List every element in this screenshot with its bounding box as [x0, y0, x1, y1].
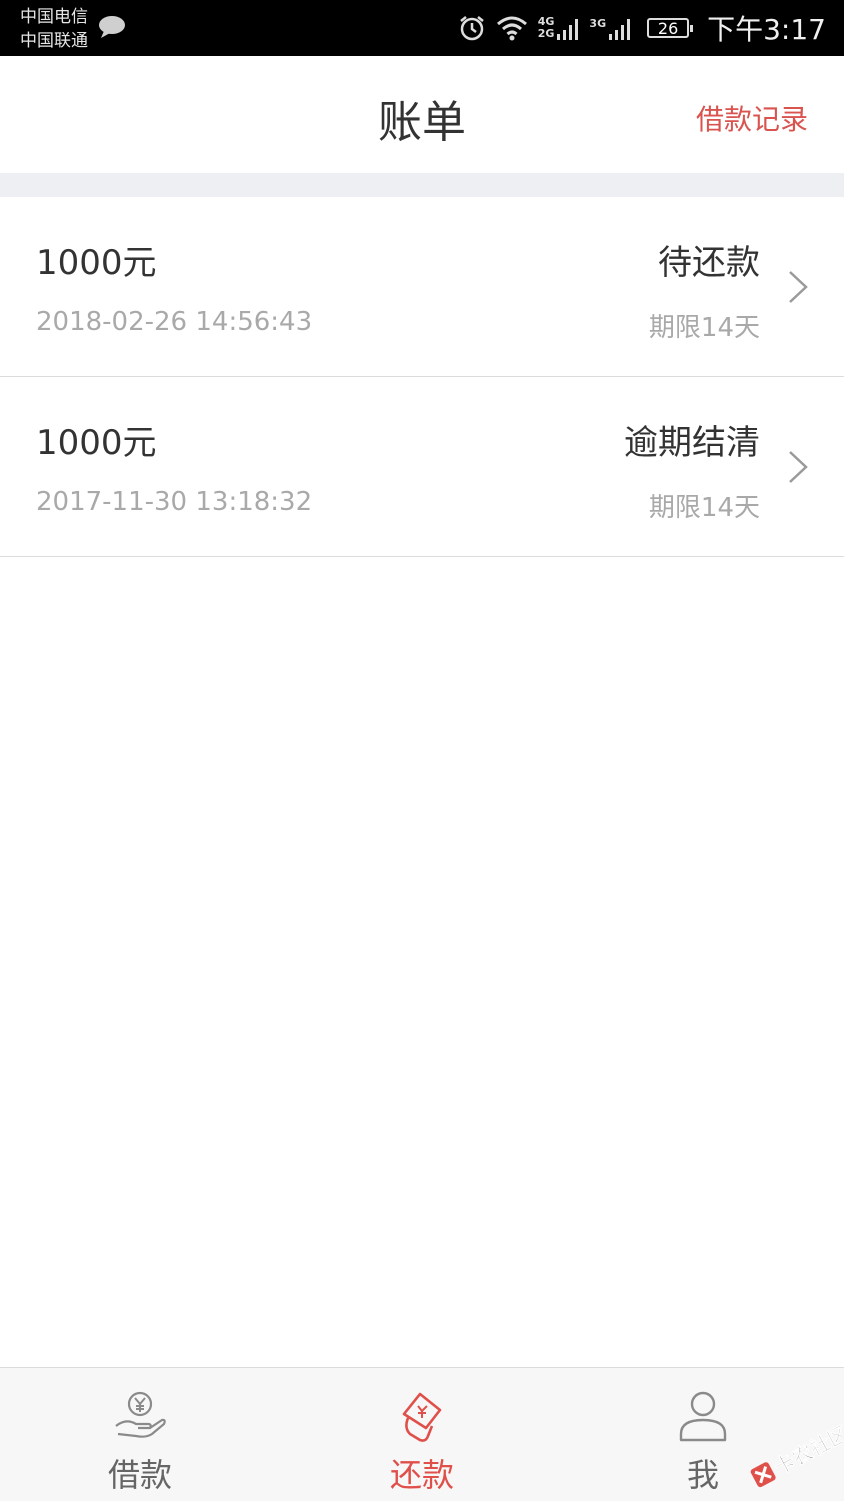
watermark-logo: 卡农社区 — [750, 1421, 842, 1488]
bill-item[interactable]: 1000元 2018-02-26 14:56:43 待还款 期限14天 — [0, 197, 844, 377]
wifi-icon — [496, 16, 527, 41]
repay-card-icon — [402, 1392, 442, 1442]
watermark-text: 卡农社区 — [770, 1421, 842, 1480]
carrier-info: 中国电信 中国联通 — [20, 5, 88, 53]
battery-level: 26 — [657, 18, 679, 38]
carrier-1: 中国电信 — [20, 7, 88, 27]
alarm-icon — [459, 16, 484, 41]
carrier-2: 中国联通 — [20, 31, 88, 51]
battery-icon: 26 — [647, 18, 694, 38]
nav-header: 账单 借款记录 — [0, 56, 844, 173]
bill-date: 2017-11-30 13:18:32 — [36, 487, 313, 517]
bill-amount: 1000元 — [36, 423, 157, 463]
net-type-3g: 3G — [589, 17, 607, 30]
tab-repay[interactable]: 还款 — [332, 1368, 512, 1501]
network-type-1: 4G 2G — [538, 16, 580, 40]
chevron-right-icon — [789, 271, 808, 303]
bill-status: 待还款 — [658, 243, 760, 283]
bill-item[interactable]: 1000元 2017-11-30 13:18:32 逾期结清 期限14天 — [0, 377, 844, 557]
signal-icon — [557, 19, 579, 40]
network-type-2: 3G — [589, 16, 631, 40]
clock: 下午3:17 — [707, 13, 826, 46]
bill-amount: 1000元 — [36, 243, 157, 283]
bill-term: 期限14天 — [648, 493, 760, 523]
chevron-right-icon — [789, 451, 808, 483]
section-divider — [0, 173, 844, 197]
message-icon — [99, 16, 125, 38]
bill-status: 逾期结清 — [624, 423, 760, 463]
status-bar: 中国电信 中国联通 4G 2G 3G 26 下午3:17 — [0, 0, 844, 56]
signal-icon-2 — [609, 19, 631, 40]
bill-term: 期限14天 — [648, 313, 760, 343]
bill-list: 1000元 2018-02-26 14:56:43 待还款 期限14天 1000… — [0, 197, 844, 557]
user-icon — [679, 1391, 727, 1442]
tab-repay-label: 还款 — [389, 1456, 454, 1494]
bottom-tab-bar: 借款 还款 我 — [0, 1367, 844, 1501]
loan-hand-coin-icon — [115, 1391, 166, 1438]
tab-loan[interactable]: 借款 — [50, 1368, 230, 1501]
net-type-bottom: 2G — [537, 27, 555, 40]
bill-date: 2018-02-26 14:56:43 — [36, 307, 313, 337]
loan-record-link[interactable]: 借款记录 — [696, 98, 808, 138]
tab-loan-label: 借款 — [107, 1456, 172, 1494]
status-indicators: 4G 2G 3G 26 下午3:17 — [458, 0, 826, 56]
